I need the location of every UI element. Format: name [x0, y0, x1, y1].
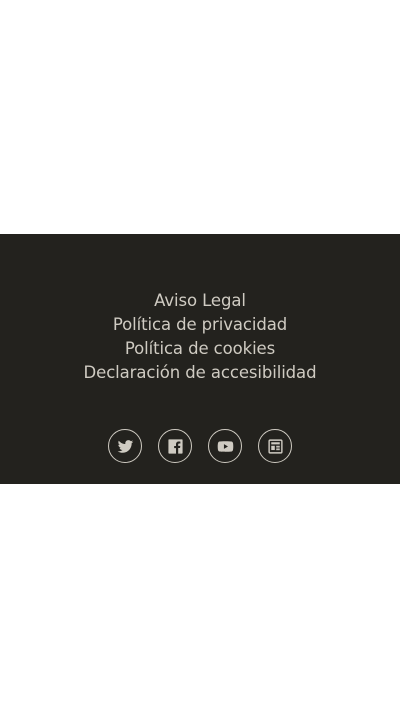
legal-notice-link[interactable]: Aviso Legal [0, 289, 400, 313]
cookies-policy-link[interactable]: Política de cookies [0, 337, 400, 361]
facebook-icon [167, 438, 184, 455]
youtube-icon [217, 438, 234, 455]
news-button[interactable] [258, 429, 292, 463]
twitter-icon [117, 438, 134, 455]
social-links [0, 429, 400, 465]
twitter-button[interactable] [108, 429, 142, 463]
privacy-policy-link[interactable]: Política de privacidad [0, 313, 400, 337]
youtube-button[interactable] [208, 429, 242, 463]
newspaper-icon [267, 438, 284, 455]
footer-links: Aviso Legal Política de privacidad Polít… [0, 289, 400, 385]
accessibility-statement-link[interactable]: Declaración de accesibilidad [0, 361, 400, 385]
facebook-button[interactable] [158, 429, 192, 463]
site-footer: Aviso Legal Política de privacidad Polít… [0, 234, 400, 484]
